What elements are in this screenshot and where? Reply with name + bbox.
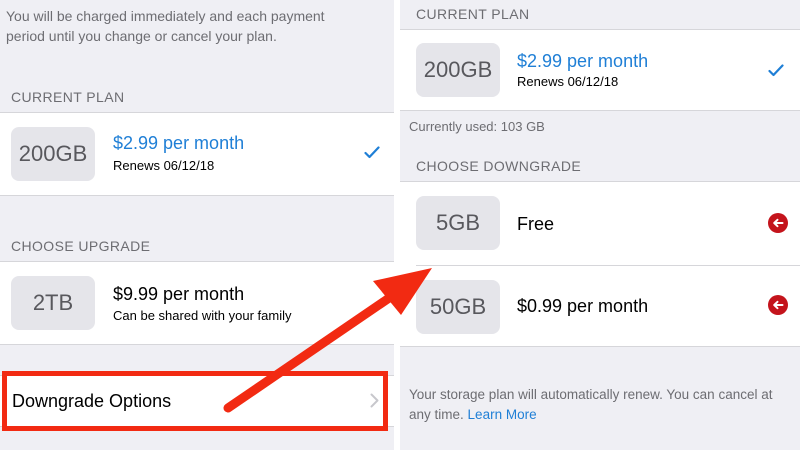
delete-minus-icon[interactable]	[768, 295, 788, 315]
downgrade-options-list: 5GB Free 50GB $0.99 per month	[400, 181, 800, 347]
checkmark-icon	[768, 64, 784, 77]
upgrade-size-tile: 2TB	[11, 276, 95, 330]
checkmark-icon	[364, 146, 380, 159]
downgrade-screen: CURRENT PLAN 200GB $2.99 per month Renew…	[400, 0, 800, 450]
plan-size-tile: 200GB	[11, 127, 95, 181]
plan-price: $2.99 per month	[113, 133, 245, 153]
option-size-tile: 5GB	[416, 196, 500, 250]
plan-renewal-date: Renews 06/12/18	[517, 74, 619, 89]
currently-used-text: Currently used: 103 GB	[409, 119, 545, 134]
plan-size-tile: 200GB	[416, 43, 500, 97]
current-plan-row[interactable]: 200GB $2.99 per month Renews 06/12/18	[0, 112, 394, 196]
option-price: Free	[517, 214, 555, 234]
delete-minus-icon[interactable]	[768, 213, 788, 233]
current-plan-row[interactable]: 200GB $2.99 per month Renews 06/12/18	[400, 29, 800, 111]
option-size-tile: 50GB	[416, 280, 500, 334]
current-plan-header: CURRENT PLAN	[416, 6, 530, 22]
choose-downgrade-header: CHOOSE DOWNGRADE	[416, 158, 582, 174]
current-plan-header: CURRENT PLAN	[11, 89, 125, 105]
auto-renew-info: Your storage plan will automatically ren…	[409, 385, 794, 425]
downgrade-options-highlight	[2, 371, 388, 431]
auto-renew-text: Your storage plan will automatically ren…	[409, 387, 773, 422]
option-price: $0.99 per month	[517, 296, 649, 316]
upgrade-screen: You will be charged immediately and each…	[0, 0, 394, 450]
downgrade-option-5gb[interactable]: 5GB Free	[400, 182, 800, 265]
downgrade-option-50gb[interactable]: 50GB $0.99 per month	[400, 266, 800, 348]
learn-more-link[interactable]: Learn More	[468, 407, 537, 422]
billing-info-text: You will be charged immediately and each…	[6, 8, 325, 44]
plan-renewal-date: Renews 06/12/18	[113, 158, 215, 173]
upgrade-note: Can be shared with your family	[113, 308, 292, 323]
plan-price: $2.99 per month	[517, 51, 649, 71]
choose-upgrade-header: CHOOSE UPGRADE	[11, 238, 151, 254]
upgrade-option-row[interactable]: 2TB $9.99 per month Can be shared with y…	[0, 261, 394, 345]
upgrade-price: $9.99 per month	[113, 284, 245, 304]
